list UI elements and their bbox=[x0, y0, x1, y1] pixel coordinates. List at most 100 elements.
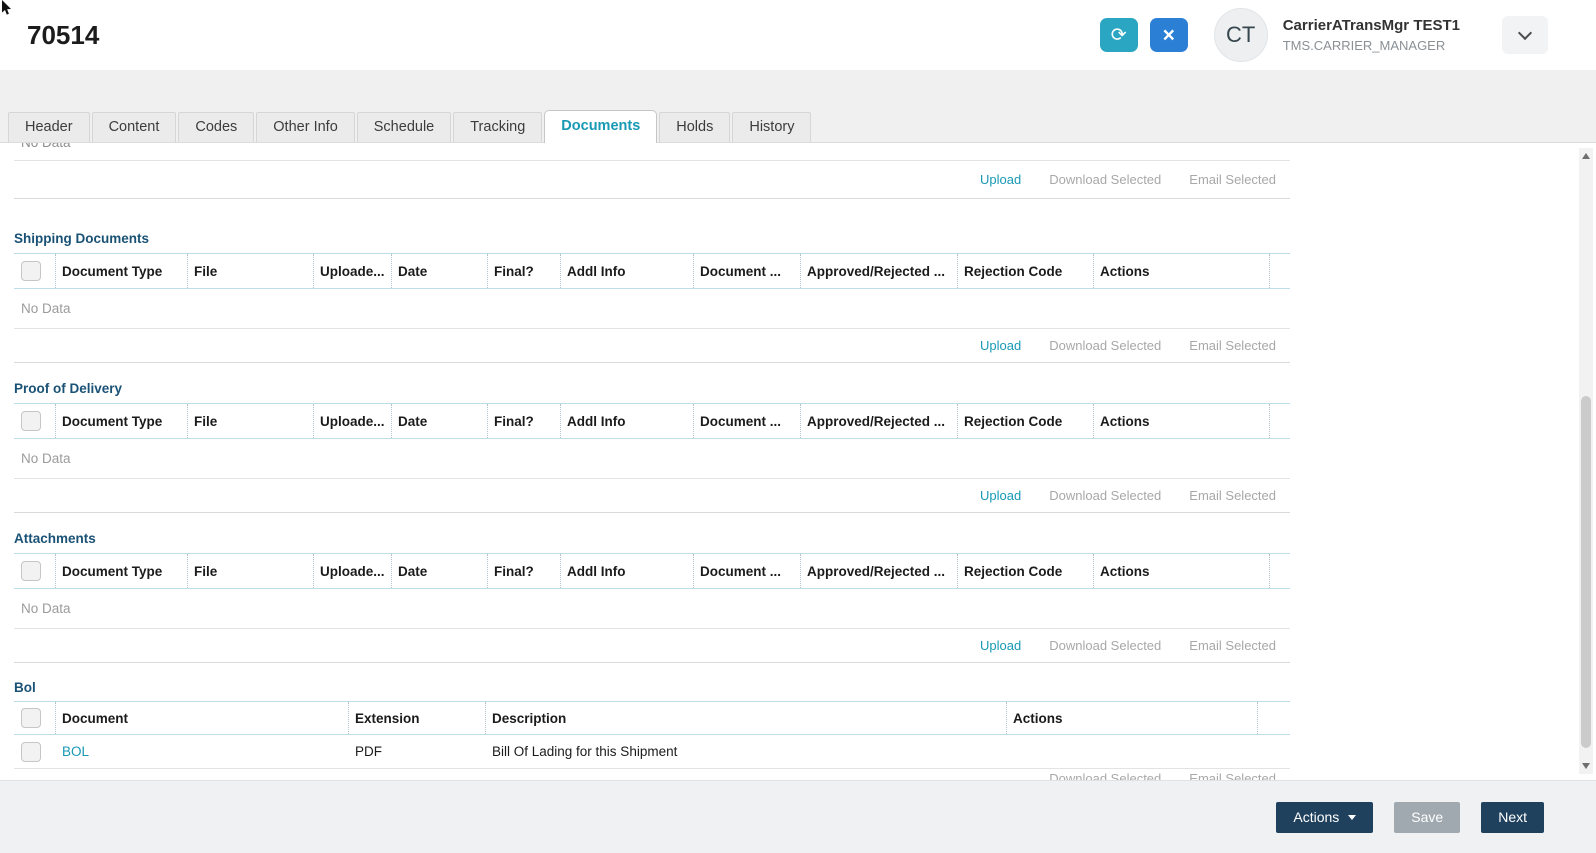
col-approved-rejected: Approved/Rejected ... bbox=[801, 554, 958, 588]
tab-tracking[interactable]: Tracking bbox=[453, 112, 543, 142]
select-all-checkbox[interactable] bbox=[21, 708, 41, 728]
no-data-label: No Data bbox=[21, 451, 71, 466]
tab-content[interactable]: Content bbox=[91, 112, 177, 142]
actions-button[interactable]: Actions bbox=[1276, 801, 1374, 833]
tab-holds[interactable]: Holds bbox=[659, 112, 731, 142]
save-button-label: Save bbox=[1411, 809, 1444, 825]
scroll-up-arrow-icon[interactable] bbox=[1582, 153, 1590, 159]
email-selected-link: Email Selected bbox=[1189, 771, 1276, 780]
col-document: Document ... bbox=[694, 254, 801, 288]
col-document-type: Document Type bbox=[56, 404, 188, 438]
col-document: Document ... bbox=[694, 554, 801, 588]
col-spacer bbox=[1270, 554, 1290, 588]
col-addl-info: Addl Info bbox=[561, 404, 694, 438]
refresh-icon: ⟳ bbox=[1110, 24, 1127, 46]
user-name: CarrierATransMgr TEST1 bbox=[1282, 17, 1460, 34]
section-title-proof-of-delivery: Proof of Delivery bbox=[14, 381, 123, 396]
tab-other-info[interactable]: Other Info bbox=[256, 112, 355, 142]
avatar: CT bbox=[1213, 8, 1268, 62]
vertical-scrollbar[interactable] bbox=[1579, 148, 1593, 774]
select-all-checkbox[interactable] bbox=[21, 261, 41, 281]
col-uploaded: Uploade... bbox=[314, 404, 392, 438]
shipping-documents-table: Document Type File Uploade... Date Final… bbox=[14, 253, 1290, 363]
col-final: Final? bbox=[488, 554, 561, 588]
no-data-label: No Data bbox=[21, 143, 71, 150]
col-extension: Extension bbox=[349, 702, 486, 734]
table-header-row: Document Type File Uploade... Date Final… bbox=[14, 403, 1290, 439]
table-header-row: Document Type File Uploade... Date Final… bbox=[14, 253, 1290, 289]
upload-link[interactable]: Upload bbox=[980, 338, 1021, 353]
download-selected-link: Download Selected bbox=[1049, 338, 1162, 353]
proof-of-delivery-table: Document Type File Uploade... Date Final… bbox=[14, 403, 1290, 513]
download-selected-link: Download Selected bbox=[1049, 771, 1162, 780]
scrollbar-thumb[interactable] bbox=[1581, 396, 1591, 748]
documents-panel: No Data Upload Download Selected Email S… bbox=[0, 143, 1596, 780]
col-date: Date bbox=[392, 404, 488, 438]
mouse-pointer-icon bbox=[2, 0, 11, 15]
col-file: File bbox=[188, 554, 314, 588]
col-actions: Actions bbox=[1094, 254, 1270, 288]
col-actions: Actions bbox=[1007, 702, 1258, 734]
tab-history[interactable]: History bbox=[732, 112, 812, 142]
attachments-table: Document Type File Uploade... Date Final… bbox=[14, 553, 1290, 663]
close-button[interactable]: × bbox=[1149, 18, 1188, 52]
bol-table: Document Extension Description Actions B… bbox=[14, 701, 1290, 780]
bol-extension-cell: PDF bbox=[355, 744, 382, 759]
save-button[interactable]: Save bbox=[1394, 801, 1461, 833]
tab-codes[interactable]: Codes bbox=[178, 112, 255, 142]
top-bar: 70514 ⟳ × CT CarrierATransMgr TEST1 TMS.… bbox=[0, 0, 1596, 70]
bol-document-link[interactable]: BOL bbox=[62, 744, 89, 759]
col-final: Final? bbox=[488, 404, 561, 438]
avatar-initials: CT bbox=[1226, 22, 1256, 47]
col-uploaded: Uploade... bbox=[314, 554, 392, 588]
tab-documents[interactable]: Documents bbox=[544, 110, 658, 143]
table-header-row: Document Extension Description Actions bbox=[14, 701, 1290, 735]
col-spacer bbox=[1258, 702, 1290, 734]
email-selected-link: Email Selected bbox=[1189, 338, 1276, 353]
table-footer: Upload Download Selected Email Selected bbox=[14, 629, 1290, 663]
select-all-checkbox[interactable] bbox=[21, 411, 41, 431]
email-selected-link: Email Selected bbox=[1189, 638, 1276, 653]
tab-strip: Header Content Codes Other Info Schedule… bbox=[0, 70, 1596, 143]
next-button[interactable]: Next bbox=[1481, 801, 1544, 833]
select-all-checkbox[interactable] bbox=[21, 561, 41, 581]
tab-schedule[interactable]: Schedule bbox=[356, 112, 452, 142]
col-description: Description bbox=[486, 702, 1007, 734]
col-date: Date bbox=[392, 554, 488, 588]
scroll-down-arrow-icon[interactable] bbox=[1582, 763, 1590, 769]
page-title: 70514 bbox=[27, 19, 100, 50]
col-file: File bbox=[188, 254, 314, 288]
user-info: CarrierATransMgr TEST1 TMS.CARRIER_MANAG… bbox=[1283, 17, 1460, 53]
col-spacer bbox=[1270, 404, 1290, 438]
upload-link[interactable]: Upload bbox=[980, 638, 1021, 653]
close-icon: × bbox=[1162, 23, 1175, 47]
checkbox-column-header bbox=[14, 404, 56, 438]
col-document-type: Document Type bbox=[56, 554, 188, 588]
table-footer: Upload Download Selected Email Selected bbox=[14, 161, 1290, 199]
table-header-row: Document Type File Uploade... Date Final… bbox=[14, 553, 1290, 589]
actions-button-label: Actions bbox=[1293, 809, 1340, 825]
col-document: Document ... bbox=[694, 404, 801, 438]
topbar-controls: ⟳ × CT CarrierATransMgr TEST1 TMS.CARRIE… bbox=[1099, 8, 1548, 62]
email-selected-link: Email Selected bbox=[1189, 172, 1276, 187]
col-addl-info: Addl Info bbox=[561, 554, 694, 588]
col-date: Date bbox=[392, 254, 488, 288]
caret-down-icon bbox=[1348, 814, 1357, 820]
no-data-row: No Data bbox=[14, 589, 1290, 629]
checkbox-column-header bbox=[14, 554, 56, 588]
col-rejection-code: Rejection Code bbox=[958, 404, 1094, 438]
col-document-type: Document Type bbox=[56, 254, 188, 288]
tab-header[interactable]: Header bbox=[8, 112, 90, 142]
no-data-label: No Data bbox=[21, 301, 71, 316]
bol-description-cell: Bill Of Lading for this Shipment bbox=[492, 744, 678, 759]
row-checkbox-cell bbox=[14, 741, 56, 762]
table-row: BOL PDF Bill Of Lading for this Shipment bbox=[14, 735, 1290, 769]
no-data-row: No Data bbox=[14, 439, 1290, 479]
refresh-button[interactable]: ⟳ bbox=[1099, 18, 1138, 52]
row-checkbox[interactable] bbox=[21, 741, 41, 762]
user-menu-button[interactable] bbox=[1502, 16, 1548, 54]
col-addl-info: Addl Info bbox=[561, 254, 694, 288]
upload-link[interactable]: Upload bbox=[980, 172, 1021, 187]
col-file: File bbox=[188, 404, 314, 438]
upload-link[interactable]: Upload bbox=[980, 488, 1021, 503]
